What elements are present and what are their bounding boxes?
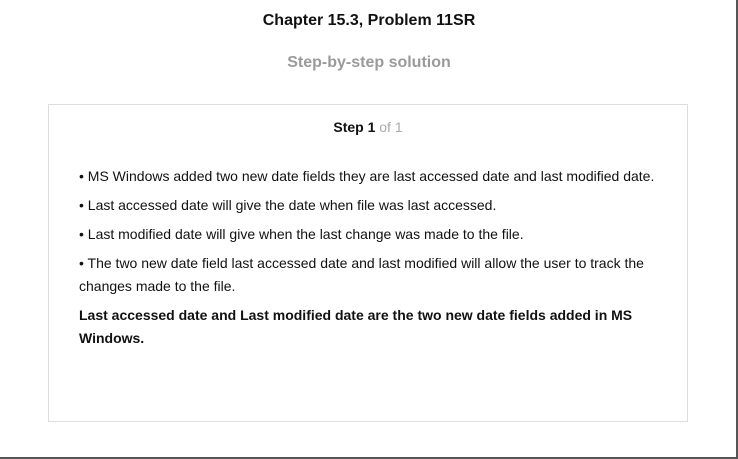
step-header: Step 1 of 1: [49, 119, 687, 135]
step-count: of 1: [379, 119, 403, 135]
final-answer: Last accessed date and Last modified dat…: [79, 307, 633, 346]
step-label: Step 1: [333, 119, 376, 135]
step-card: Step 1 of 1 • MS Windows added two new d…: [48, 104, 688, 422]
solution-bullet: • The two new date field last accessed d…: [79, 255, 644, 294]
solution-bullet: • Last accessed date will give the date …: [79, 197, 497, 213]
solution-subtitle: Step-by-step solution: [287, 54, 451, 71]
solution-bullet: • MS Windows added two new date fields t…: [79, 168, 655, 184]
step-body: • MS Windows added two new date fields t…: [79, 165, 664, 356]
solution-bullet: • Last modified date will give when the …: [79, 226, 524, 242]
chapter-title: Chapter 15.3, Problem 11SR: [262, 12, 476, 29]
